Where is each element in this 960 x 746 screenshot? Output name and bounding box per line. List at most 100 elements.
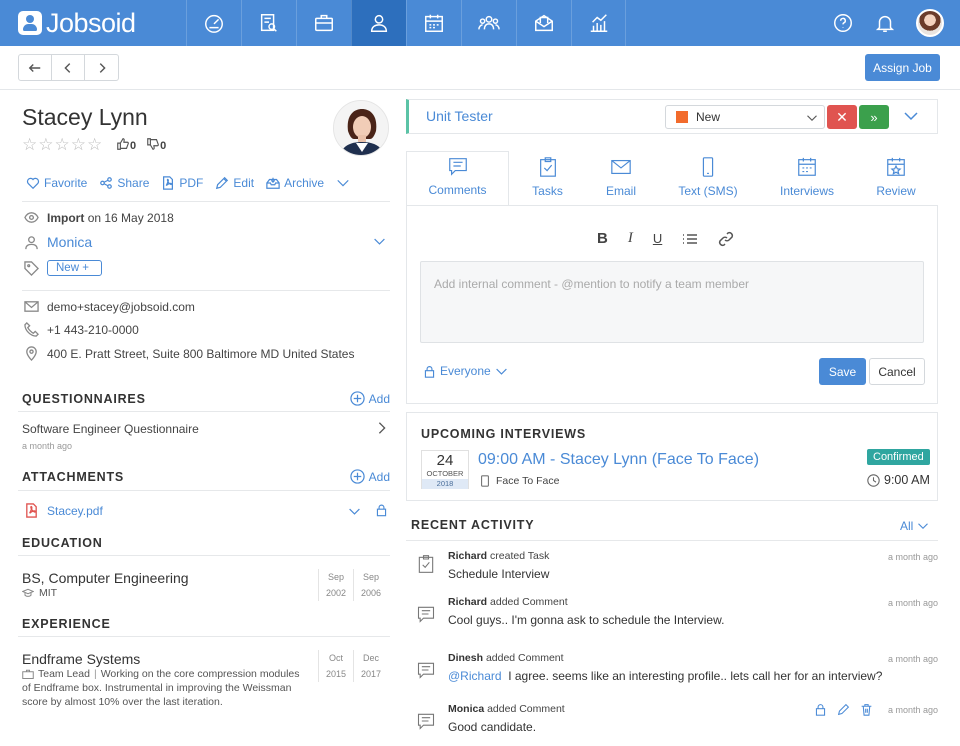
trash-icon[interactable] [860,703,873,716]
nav-candidates[interactable] [351,0,406,46]
archive-label: Archive [284,176,325,190]
lock-icon[interactable] [814,703,827,716]
bold-icon[interactable]: B [597,230,608,247]
nav-reports[interactable] [571,0,626,46]
add-tag-icon[interactable]: + [82,262,89,274]
tag-chip[interactable]: New + [47,260,102,276]
import-icon [24,212,39,223]
briefcase-icon [315,14,333,32]
email-value[interactable]: demo+stacey@jobsoid.com [47,300,195,314]
star-icon[interactable]: ☆ [87,136,102,153]
interview-title[interactable]: 09:00 AM - Stacey Lynn (Face To Face) [478,451,759,469]
reports-icon [590,14,607,32]
stage-expand-button[interactable] [903,108,919,127]
nav-buttons [18,54,119,81]
archive-button[interactable]: Archive [266,176,324,190]
comment-input[interactable]: Add internal comment - @mention to notif… [420,261,924,343]
star-icon[interactable]: ☆ [55,136,70,153]
activity-filter[interactable]: All [900,519,929,533]
rating-stars[interactable]: ☆ ☆ ☆ ☆ ☆ [22,136,102,153]
lock-icon[interactable] [375,503,388,517]
star-icon[interactable]: ☆ [38,136,53,153]
reject-button[interactable]: ✕ [827,105,857,129]
chevron-right-icon[interactable] [375,421,389,435]
add-questionnaire-button[interactable]: Add [349,391,390,406]
share-button[interactable]: Share [99,176,149,190]
help-icon[interactable] [832,12,854,34]
chevron-left-icon [64,62,71,73]
end-year: 2006 [360,588,382,598]
status-select[interactable]: New [665,105,825,129]
star-icon[interactable]: ☆ [71,136,86,153]
tab-email[interactable]: Email [586,151,656,206]
activity-panel: Unit Tester New ✕ » Comments Tasks Email… [406,90,960,746]
underline-icon[interactable]: U [653,231,662,246]
format-toolbar: B I U [597,230,734,247]
nav-jobs[interactable] [241,0,296,46]
comment-icon [417,713,435,730]
tab-label: Text (SMS) [678,184,738,198]
tab-interviews[interactable]: Interviews [760,151,854,206]
italic-icon[interactable]: I [628,230,633,247]
education-title: EDUCATION [22,536,103,550]
bell-icon[interactable] [874,12,896,34]
nav-mail[interactable] [516,0,571,46]
app-name: Jobsoid [46,7,136,38]
link-icon[interactable] [718,231,734,247]
attachment-name[interactable]: Stacey.pdf [47,504,103,518]
previous-button[interactable] [52,55,85,80]
nav-briefcase[interactable] [296,0,351,46]
divider [18,411,390,412]
tab-sms[interactable]: Text (SMS) [656,151,760,206]
activity-text: Good candidate. [448,720,537,734]
phone-value[interactable]: +1 443-210-0000 [47,323,139,337]
back-button[interactable] [19,55,52,80]
nav-dashboard[interactable] [186,0,241,46]
add-label: Add [368,391,390,406]
edit-button[interactable]: Edit [215,176,254,190]
app-logo[interactable]: Jobsoid [18,8,136,38]
questionnaire-name[interactable]: Software Engineer Questionnaire [22,422,199,436]
activity-text: I agree. seems like an interesting profi… [508,669,883,683]
start-year: 2002 [325,588,347,598]
nav-team[interactable] [461,0,516,46]
add-attachment-button[interactable]: Add [349,469,390,484]
bullet-list-icon[interactable] [682,231,698,247]
cancel-button[interactable]: Cancel [869,358,925,385]
owner-row[interactable]: Monica [24,234,92,250]
edit-label: Edit [233,176,255,190]
owner-name[interactable]: Monica [47,234,92,250]
questionnaire-time: a month ago [22,441,73,451]
assign-job-button[interactable]: Assign Job [865,54,940,81]
user-avatar[interactable] [916,9,944,37]
review-calendar-icon [887,157,905,176]
advance-button[interactable]: » [859,105,889,129]
thumbs-down-icon [147,138,160,150]
save-button[interactable]: Save [819,358,866,385]
pencil-icon[interactable] [837,703,850,716]
attachment-item[interactable]: Stacey.pdf [24,503,103,518]
dislike-button[interactable]: 0 [146,137,166,152]
star-icon[interactable]: ☆ [22,136,37,153]
double-chevron-right-icon: » [870,109,878,125]
more-actions-button[interactable] [336,176,350,190]
pdf-label: PDF [179,176,204,190]
visibility-select[interactable]: Everyone [423,364,508,378]
interview-time: 9:00 AM [867,473,930,487]
like-button[interactable]: 0 [116,137,136,152]
chevron-down-icon[interactable] [348,505,361,518]
pdf-button[interactable]: PDF [161,176,203,190]
tab-review[interactable]: Review [854,151,938,206]
activity-title: RECENT ACTIVITY [411,518,535,532]
favorite-button[interactable]: Favorite [26,176,87,190]
nav-calendar[interactable] [406,0,461,46]
mention-link[interactable]: @Richard [448,669,502,683]
owner-chevron-down-icon[interactable] [373,235,386,248]
tab-comments[interactable]: Comments [406,151,509,206]
source-label: Import [47,210,85,225]
tab-tasks[interactable]: Tasks [509,151,586,206]
graduation-cap-icon [22,588,34,597]
job-title[interactable]: Unit Tester [426,108,493,124]
activity-user: Monica [448,703,485,715]
next-button[interactable] [85,55,118,80]
